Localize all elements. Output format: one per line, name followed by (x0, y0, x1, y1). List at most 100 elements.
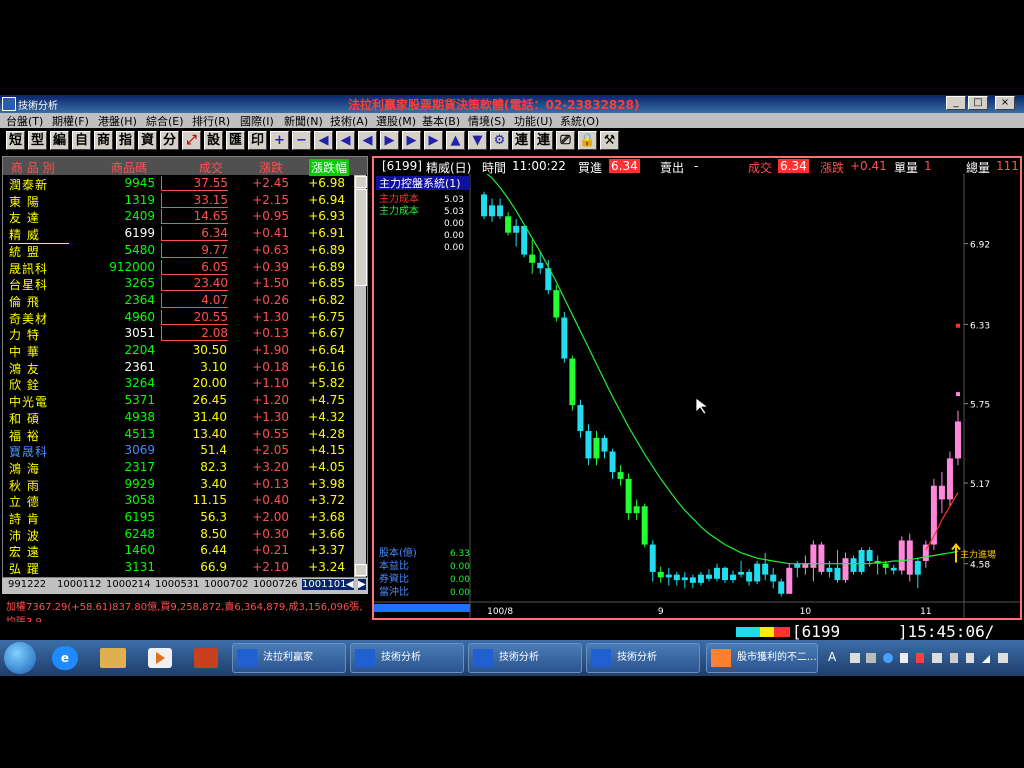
toolbar-button-1[interactable]: 型 (28, 131, 47, 150)
stock-row[interactable]: 立 德 3058 11.15 +0.40 +3.72 (3, 493, 367, 510)
header-code[interactable]: 商品碼 (111, 159, 147, 176)
menu-item-6[interactable]: 新聞(N) (284, 113, 323, 129)
menu-item-8[interactable]: 選股(M) (376, 113, 416, 129)
menu-item-11[interactable]: 功能(U) (514, 113, 553, 129)
toolbar-button-2[interactable]: 編 (50, 131, 69, 150)
stock-row[interactable]: 沛 波 6248 8.50 +0.30 +3.66 (3, 527, 367, 544)
toolbar-button-11[interactable]: 印 (248, 131, 267, 150)
taskbar-button[interactable]: 技術分析 (468, 643, 582, 673)
stock-row[interactable]: 欣 銓 3264 20.00 +1.10 +5.82 (3, 376, 367, 393)
menu-item-1[interactable]: 期權(F) (52, 113, 89, 129)
list-tab[interactable]: 1000214 (106, 579, 151, 590)
tab-scroll-left-icon[interactable]: ◀ (346, 579, 354, 590)
window-title-bar[interactable]: 技術分析 法拉利贏家股票期貨決策軟體(電話：02-23832828) _ □ × (0, 95, 1024, 113)
system-tray-icons[interactable] (850, 652, 1010, 664)
technical-chart-panel[interactable]: [6199] 精威(日) 時間 11:00:22 買進 6.34 賣出 - 成交… (372, 156, 1022, 620)
toolbar-button-4[interactable]: 商 (94, 131, 113, 150)
toolbar-button-27[interactable]: ⚒ (600, 131, 619, 150)
toolbar-button-17[interactable]: ▶ (380, 131, 399, 150)
menu-item-9[interactable]: 基本(B) (422, 113, 460, 129)
folder-icon[interactable] (100, 648, 126, 668)
close-button[interactable]: × (995, 96, 1015, 110)
stock-row[interactable]: 鴻 友 2361 3.10 +0.18 +6.16 (3, 360, 367, 377)
stock-row[interactable]: 力 特 3051 2.08 +0.13 +6.67 (3, 326, 367, 343)
toolbar-button-8[interactable]: ⤢ (182, 131, 201, 150)
toolbar-button-5[interactable]: 指 (116, 131, 135, 150)
toolbar-button-6[interactable]: 資 (138, 131, 157, 150)
stock-row[interactable]: 友 達 2409 14.65 +0.95 +6.93 (3, 209, 367, 226)
stock-row[interactable]: 晟訊科 912000 6.05 +0.39 +6.89 (3, 259, 367, 277)
menu-item-10[interactable]: 情境(S) (468, 113, 506, 129)
menu-item-0[interactable]: 台盤(T) (6, 113, 43, 129)
stock-row[interactable]: 精 威 6199 6.34 +0.41 +6.91 (3, 226, 367, 245)
toolbar-button-7[interactable]: 分 (160, 131, 179, 150)
list-tab[interactable]: 1000726 (253, 579, 298, 590)
menu-item-3[interactable]: 綜合(E) (146, 113, 184, 129)
menu-item-2[interactable]: 港盤(H) (98, 113, 137, 129)
taskbar-button[interactable]: 技術分析 (350, 643, 464, 673)
internet-explorer-icon[interactable]: e (52, 646, 78, 670)
taskbar-button[interactable]: 法拉利贏家 (232, 643, 346, 673)
toolbar-button-24[interactable]: 連 (534, 131, 553, 150)
list-tab[interactable]: 1000702 (204, 579, 249, 590)
menu-item-4[interactable]: 排行(R) (192, 113, 230, 129)
toolbar-button-14[interactable]: ◀ (314, 131, 333, 150)
toolbar-button-22[interactable]: ⚙ (490, 131, 509, 150)
vertical-scrollbar[interactable] (354, 175, 367, 577)
stock-row[interactable]: 東 陽 1319 33.15 +2.15 +6.94 (3, 192, 367, 210)
toolbar-button-18[interactable]: ▶ (402, 131, 421, 150)
toolbar-button-9[interactable]: 設 (204, 131, 223, 150)
media-player-icon[interactable] (148, 648, 172, 668)
stock-row[interactable]: 統 盟 5480 9.77 +0.63 +6.89 (3, 242, 367, 260)
tab-scroll-right-icon[interactable]: ▶ (358, 579, 366, 590)
taskbar-button[interactable]: 股市獲利的不二... (706, 643, 818, 673)
list-tab[interactable]: 1000112 (57, 579, 102, 590)
header-change-pct[interactable]: 漲跌幅 (309, 159, 350, 176)
stock-row[interactable]: 秋 雨 9929 3.40 +0.13 +3.98 (3, 477, 367, 494)
stock-row[interactable]: 中 華 2204 30.50 +1.90 +6.64 (3, 343, 367, 360)
toolbar-button-16[interactable]: ◀ (358, 131, 377, 150)
toolbar-button-25[interactable]: ⎚ (556, 131, 575, 150)
toolbar-button-26[interactable]: 🔒 (578, 131, 597, 150)
scroll-up-arrow-icon[interactable] (355, 176, 367, 188)
stock-row[interactable]: 宏 遠 1460 6.44 +0.21 +3.37 (3, 543, 367, 560)
start-button[interactable] (4, 642, 36, 674)
toolbar-button-13[interactable]: − (292, 131, 311, 150)
toolbar-button-0[interactable]: 短 (6, 131, 25, 150)
toolbar-button-10[interactable]: 匯 (226, 131, 245, 150)
header-name[interactable]: 商 品 別 (11, 159, 55, 176)
list-tab[interactable]: 1001101 (302, 579, 347, 590)
list-tab[interactable]: 1000531 (155, 579, 200, 590)
scroll-thumb[interactable] (355, 189, 367, 286)
tray-language[interactable]: A (828, 650, 836, 664)
toolbar-button-12[interactable]: + (270, 131, 289, 150)
menu-item-12[interactable]: 系統(O) (560, 113, 599, 129)
scroll-down-arrow-icon[interactable] (355, 564, 367, 576)
toolbar-button-3[interactable]: 自 (72, 131, 91, 150)
header-change[interactable]: 漲跌 (259, 159, 283, 176)
app-launcher-icon[interactable] (194, 648, 218, 668)
stock-row[interactable]: 弘 躍 3131 66.9 +2.10 +3.24 (3, 560, 367, 577)
toolbar-button-23[interactable]: 連 (512, 131, 531, 150)
menu-item-5[interactable]: 國際(I) (240, 113, 274, 129)
list-tab[interactable]: 991222 (8, 579, 46, 590)
menu-item-7[interactable]: 技術(A) (330, 113, 368, 129)
stock-row[interactable]: 和 碩 4938 31.40 +1.30 +4.32 (3, 410, 367, 427)
stock-row[interactable]: 寶晟科 3069 51.4 +2.05 +4.15 (3, 443, 367, 460)
stock-row[interactable]: 鴻 海 2317 82.3 +3.20 +4.05 (3, 460, 367, 477)
maximize-button[interactable]: □ (968, 96, 988, 110)
toolbar-button-15[interactable]: ◀ (336, 131, 355, 150)
minimize-button[interactable]: _ (946, 96, 966, 110)
stock-row[interactable]: 倫 飛 2364 4.07 +0.26 +6.82 (3, 292, 367, 310)
stock-row[interactable]: 台星科 3265 23.40 +1.50 +6.85 (3, 276, 367, 293)
toolbar-button-20[interactable]: ▲ (446, 131, 465, 150)
stock-row[interactable]: 詩 肯 6195 56.3 +2.00 +3.68 (3, 510, 367, 527)
header-price[interactable]: 成交 (199, 159, 223, 176)
stock-row[interactable]: 潤泰新 9945 37.55 +2.45 +6.98 (3, 176, 367, 193)
stock-row[interactable]: 奇美材 4960 20.55 +1.30 +6.75 (3, 309, 367, 327)
stock-row[interactable]: 福 裕 4513 13.40 +0.55 +4.28 (3, 427, 367, 444)
taskbar-button[interactable]: 技術分析 (586, 643, 700, 673)
stock-row[interactable]: 中光電 5371 26.45 +1.20 +4.75 (3, 393, 367, 410)
candlestick-chart[interactable]: 主力控盤系統(1) 主力成本 5.03 主力成本 5.03 0.00 0.00 0.00 股本(… (374, 174, 1020, 618)
toolbar-button-19[interactable]: ▶ (424, 131, 443, 150)
